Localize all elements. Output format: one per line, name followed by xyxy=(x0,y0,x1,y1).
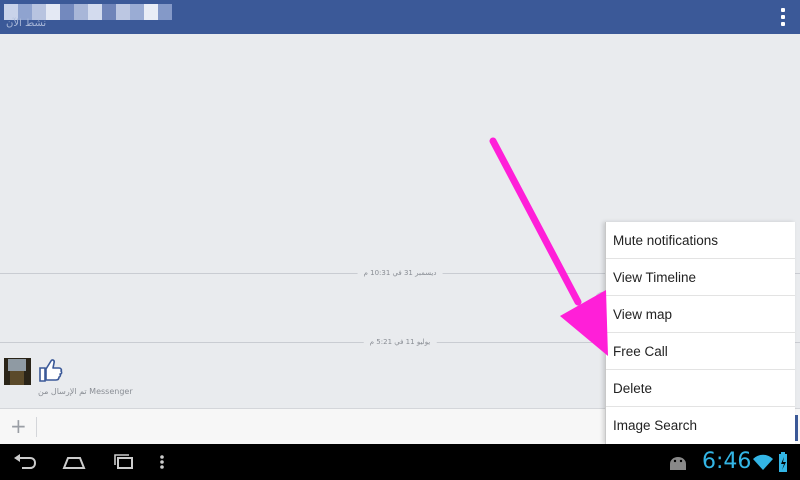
back-icon[interactable] xyxy=(10,450,38,474)
date-divider-label: ديسمبر 31 في 10:31 م xyxy=(357,267,443,279)
name-pixel-block xyxy=(60,4,74,20)
menu-dots-icon[interactable] xyxy=(155,450,169,474)
sent-from-label: تم الإرسال من Messenger xyxy=(38,387,133,396)
system-nav-bar: 6:46 xyxy=(0,444,800,480)
avatar[interactable] xyxy=(4,358,31,385)
thumbs-up-icon[interactable] xyxy=(38,357,64,383)
name-pixel-block xyxy=(88,4,102,20)
menu-item-free-call[interactable]: Free Call xyxy=(606,333,795,370)
date-divider-label: يوليو 11 في 5:21 م xyxy=(363,336,437,348)
name-pixel-block xyxy=(102,4,116,20)
name-pixel-block xyxy=(116,4,130,20)
android-debug-icon xyxy=(670,457,686,470)
status-clock: 6:46 xyxy=(702,449,752,474)
name-pixel-block xyxy=(46,4,60,20)
menu-item-mute-notifications[interactable]: Mute notifications xyxy=(606,222,795,259)
name-pixel-block xyxy=(144,4,158,20)
recent-apps-icon[interactable] xyxy=(110,450,138,474)
menu-item-view-map[interactable]: View map xyxy=(606,296,795,333)
name-pixel-block xyxy=(130,4,144,20)
menu-item-delete[interactable]: Delete xyxy=(606,370,795,407)
home-icon[interactable] xyxy=(60,450,88,474)
name-pixel-block xyxy=(158,4,172,20)
menu-item-view-timeline[interactable]: View Timeline xyxy=(606,259,795,296)
wifi-icon xyxy=(753,454,773,470)
name-pixel-block xyxy=(74,4,88,20)
menu-item-image-search[interactable]: Image Search xyxy=(606,407,795,444)
overflow-menu: Mute notifications View Timeline View ma… xyxy=(605,222,795,444)
composer-divider xyxy=(36,417,37,437)
battery-charging-icon xyxy=(779,452,787,472)
overflow-menu-icon[interactable] xyxy=(780,8,786,26)
active-status: نشط الآن xyxy=(6,18,47,29)
message-input[interactable] xyxy=(44,415,592,439)
action-bar: نشط الآن xyxy=(0,0,800,34)
plus-icon[interactable]: + xyxy=(10,415,27,437)
